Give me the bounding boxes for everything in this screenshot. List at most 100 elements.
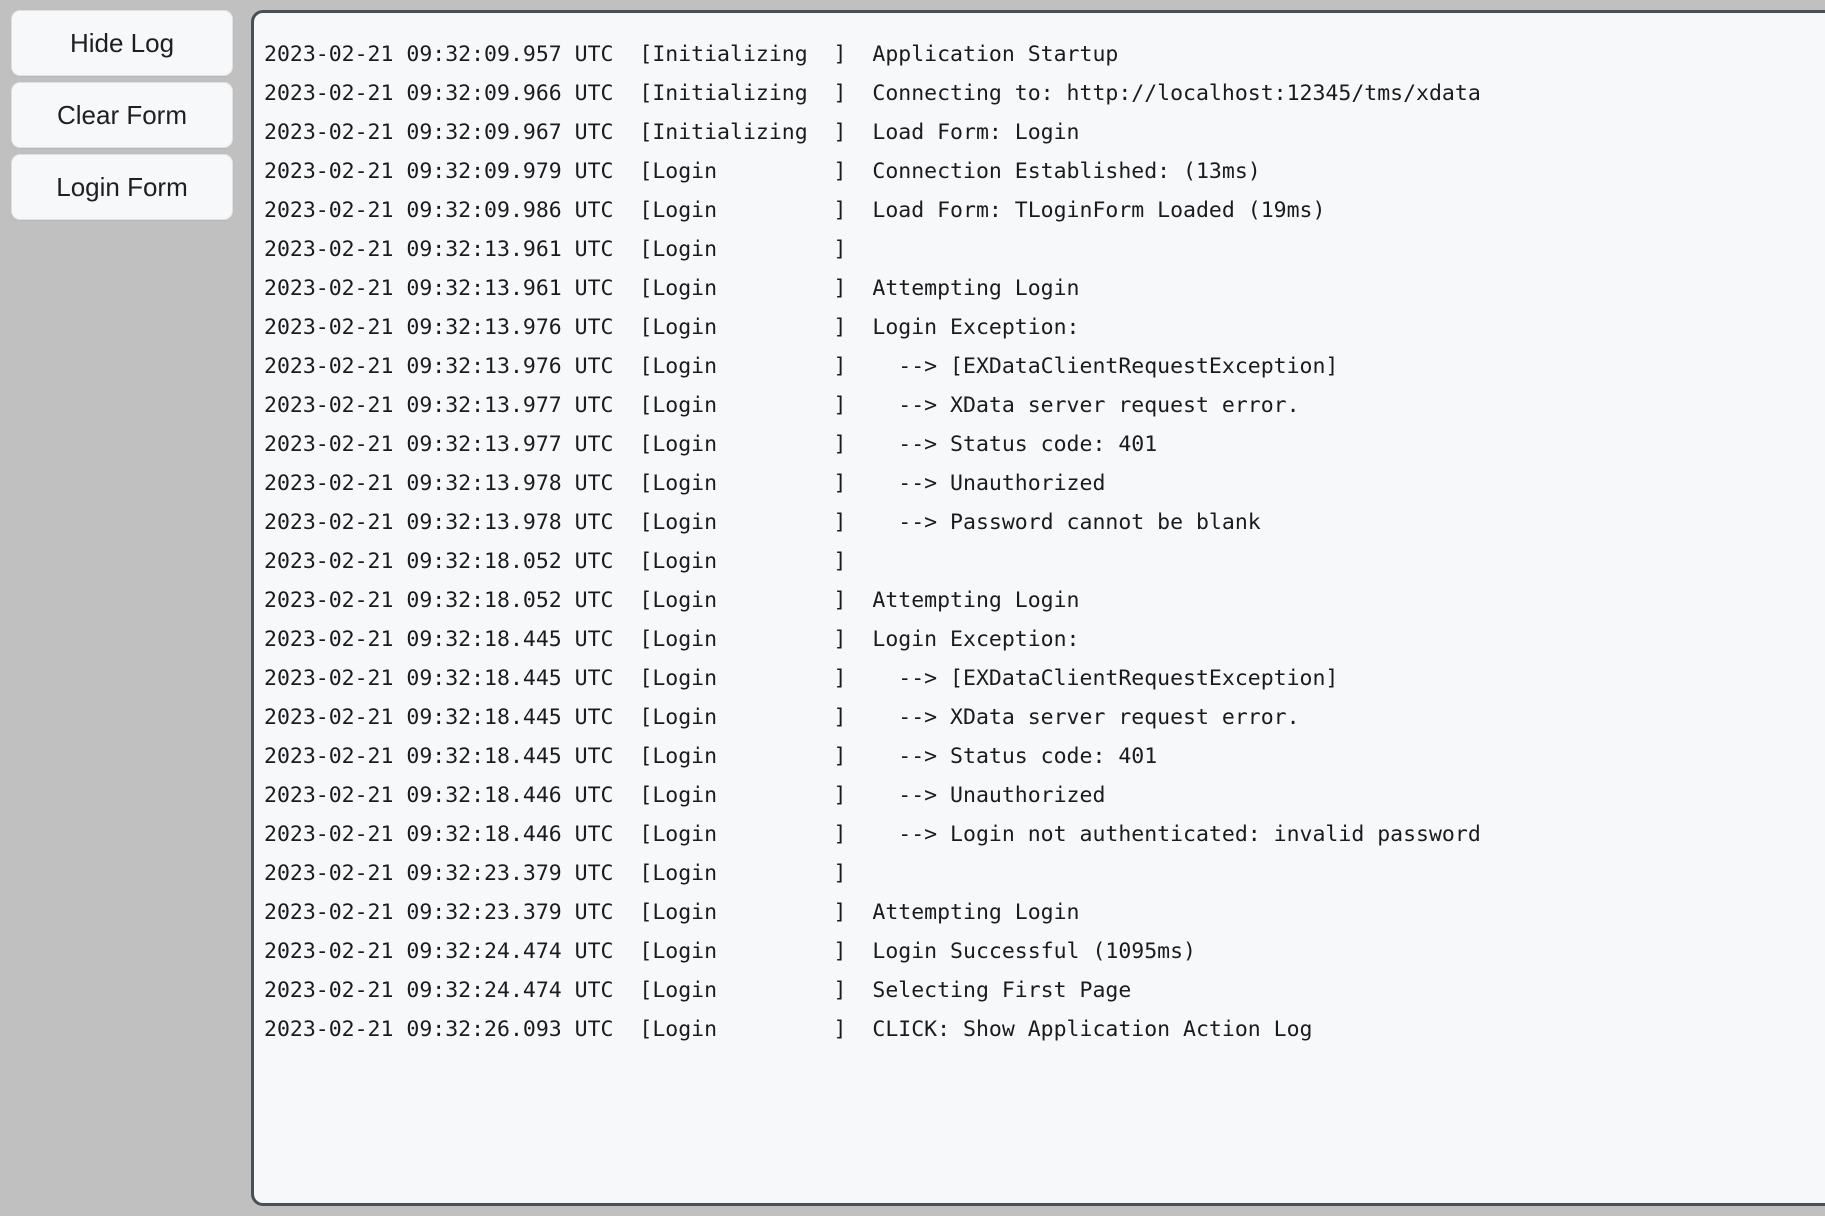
hide-log-button-label: Hide Log <box>69 27 175 58</box>
log-line: 2023-02-21 09:32:13.976 UTC [Login ] Log… <box>264 308 1825 347</box>
log-line: 2023-02-21 09:32:13.961 UTC [Login ] <box>264 230 1825 269</box>
log-message: Connection Established: (13ms) <box>872 159 1261 184</box>
log-category: [Login ] <box>639 627 873 652</box>
log-timestamp: 2023-02-21 09:32:18.445 UTC <box>264 744 640 769</box>
log-category: [Login ] <box>639 978 873 1003</box>
log-timestamp: 2023-02-21 09:32:23.379 UTC <box>264 900 640 925</box>
log-message: --> Unauthorized <box>872 783 1106 808</box>
log-line: 2023-02-21 09:32:09.979 UTC [Login ] Con… <box>264 152 1825 191</box>
log-message: --> Unauthorized <box>872 471 1106 496</box>
log-category: [Login ] <box>639 159 873 184</box>
log-timestamp: 2023-02-21 09:32:18.446 UTC <box>264 822 640 847</box>
log-timestamp: 2023-02-21 09:32:13.961 UTC <box>264 237 640 262</box>
log-message: Load Form: TLoginForm Loaded (19ms) <box>872 198 1326 223</box>
log-timestamp: 2023-02-21 09:32:18.052 UTC <box>264 549 640 574</box>
log-category: [Login ] <box>639 666 873 691</box>
application-action-log-panel[interactable]: 2023-02-21 09:32:09.957 UTC [Initializin… <box>251 10 1825 1206</box>
log-message: --> Status code: 401 <box>872 432 1158 457</box>
log-category: [Login ] <box>639 198 873 223</box>
log-line: 2023-02-21 09:32:13.976 UTC [Login ] -->… <box>264 347 1825 386</box>
log-line: 2023-02-21 09:32:13.961 UTC [Login ] Att… <box>264 269 1825 308</box>
log-timestamp: 2023-02-21 09:32:26.093 UTC <box>264 1017 640 1042</box>
log-line: 2023-02-21 09:32:26.093 UTC [Login ] CLI… <box>264 1010 1825 1049</box>
log-timestamp: 2023-02-21 09:32:13.978 UTC <box>264 510 640 535</box>
log-line: 2023-02-21 09:32:09.986 UTC [Login ] Loa… <box>264 191 1825 230</box>
log-category: [Login ] <box>639 705 873 730</box>
log-timestamp: 2023-02-21 09:32:24.474 UTC <box>264 939 640 964</box>
log-line: 2023-02-21 09:32:09.967 UTC [Initializin… <box>264 113 1825 152</box>
log-line: 2023-02-21 09:32:24.474 UTC [Login ] Log… <box>264 932 1825 971</box>
log-line-list: 2023-02-21 09:32:09.957 UTC [Initializin… <box>254 13 1825 1203</box>
log-line: 2023-02-21 09:32:18.445 UTC [Login ] -->… <box>264 698 1825 737</box>
clear-form-button-label: Clear Form <box>56 99 187 130</box>
login-form-button[interactable]: Login Form <box>11 154 233 220</box>
log-category: [Initializing ] <box>639 42 873 67</box>
log-timestamp: 2023-02-21 09:32:09.957 UTC <box>264 42 640 67</box>
log-category: [Login ] <box>639 900 873 925</box>
log-message: --> Login not authenticated: invalid pas… <box>872 822 1481 847</box>
log-category: [Login ] <box>639 744 873 769</box>
log-line: 2023-02-21 09:32:18.052 UTC [Login ] <box>264 542 1825 581</box>
log-line: 2023-02-21 09:32:13.978 UTC [Login ] -->… <box>264 503 1825 542</box>
log-timestamp: 2023-02-21 09:32:18.446 UTC <box>264 783 640 808</box>
log-category: [Login ] <box>639 588 873 613</box>
log-line: 2023-02-21 09:32:18.446 UTC [Login ] -->… <box>264 815 1825 854</box>
login-form-button-label: Login Form <box>56 171 188 202</box>
hide-log-button[interactable]: Hide Log <box>11 10 233 76</box>
log-timestamp: 2023-02-21 09:32:23.379 UTC <box>264 861 640 886</box>
log-timestamp: 2023-02-21 09:32:09.967 UTC <box>264 120 640 145</box>
log-line: 2023-02-21 09:32:09.966 UTC [Initializin… <box>264 74 1825 113</box>
clear-form-button[interactable]: Clear Form <box>11 82 233 148</box>
log-message: --> Password cannot be blank <box>872 510 1261 535</box>
log-category: [Login ] <box>639 471 873 496</box>
log-timestamp: 2023-02-21 09:32:09.966 UTC <box>264 81 640 106</box>
log-timestamp: 2023-02-21 09:32:13.978 UTC <box>264 471 640 496</box>
log-timestamp: 2023-02-21 09:32:18.445 UTC <box>264 627 640 652</box>
log-category: [Login ] <box>639 822 873 847</box>
log-line: 2023-02-21 09:32:18.445 UTC [Login ] -->… <box>264 737 1825 776</box>
log-message: --> [EXDataClientRequestException] <box>872 666 1339 691</box>
log-category: [Initializing ] <box>639 120 873 145</box>
log-timestamp: 2023-02-21 09:32:13.961 UTC <box>264 276 640 301</box>
log-category: [Login ] <box>639 510 873 535</box>
log-message: --> XData server request error. <box>872 705 1300 730</box>
log-line: 2023-02-21 09:32:24.474 UTC [Login ] Sel… <box>264 971 1825 1010</box>
log-timestamp: 2023-02-21 09:32:13.977 UTC <box>264 393 640 418</box>
log-category: [Login ] <box>639 1017 873 1042</box>
log-line: 2023-02-21 09:32:13.977 UTC [Login ] -->… <box>264 425 1825 464</box>
log-message: Login Exception: <box>872 627 1080 652</box>
log-category: [Login ] <box>639 276 873 301</box>
log-line: 2023-02-21 09:32:23.379 UTC [Login ] <box>264 854 1825 893</box>
button-panel: Hide Log Clear Form Login Form <box>11 10 233 220</box>
application-window: Hide Log Clear Form Login Form 2023-02-2… <box>0 0 1825 1216</box>
log-timestamp: 2023-02-21 09:32:13.976 UTC <box>264 315 640 340</box>
log-message: Application Startup <box>872 42 1119 67</box>
log-timestamp: 2023-02-21 09:32:09.986 UTC <box>264 198 640 223</box>
log-category: [Login ] <box>639 354 873 379</box>
log-message: Login Successful (1095ms) <box>872 939 1196 964</box>
log-category: [Login ] <box>639 393 873 418</box>
log-line: 2023-02-21 09:32:23.379 UTC [Login ] Att… <box>264 893 1825 932</box>
log-message: Selecting First Page <box>872 978 1132 1003</box>
log-timestamp: 2023-02-21 09:32:18.445 UTC <box>264 705 640 730</box>
log-timestamp: 2023-02-21 09:32:13.977 UTC <box>264 432 640 457</box>
log-message: Attempting Login <box>872 900 1080 925</box>
log-message: Login Exception: <box>872 315 1080 340</box>
log-line: 2023-02-21 09:32:13.977 UTC [Login ] -->… <box>264 386 1825 425</box>
log-message: Load Form: Login <box>872 120 1080 145</box>
log-line: 2023-02-21 09:32:18.052 UTC [Login ] Att… <box>264 581 1825 620</box>
log-message: --> XData server request error. <box>872 393 1300 418</box>
log-timestamp: 2023-02-21 09:32:13.976 UTC <box>264 354 640 379</box>
log-timestamp: 2023-02-21 09:32:18.445 UTC <box>264 666 640 691</box>
log-timestamp: 2023-02-21 09:32:09.979 UTC <box>264 159 640 184</box>
log-category: [Login ] <box>639 783 873 808</box>
log-message: CLICK: Show Application Action Log <box>872 1017 1313 1042</box>
log-line: 2023-02-21 09:32:18.445 UTC [Login ] Log… <box>264 620 1825 659</box>
log-line: 2023-02-21 09:32:18.446 UTC [Login ] -->… <box>264 776 1825 815</box>
log-message: --> Status code: 401 <box>872 744 1158 769</box>
log-timestamp: 2023-02-21 09:32:18.052 UTC <box>264 588 640 613</box>
log-category: [Login ] <box>639 237 873 262</box>
log-category: [Initializing ] <box>639 81 873 106</box>
log-category: [Login ] <box>639 861 873 886</box>
log-message: --> [EXDataClientRequestException] <box>872 354 1339 379</box>
